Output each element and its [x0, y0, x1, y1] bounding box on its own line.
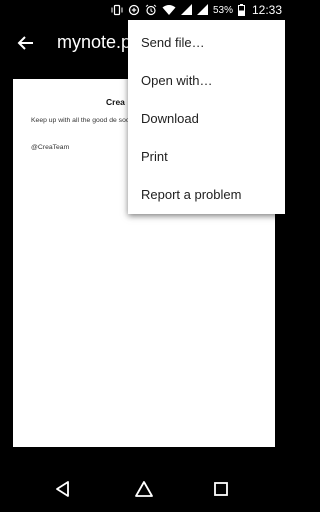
wifi-icon [162, 4, 176, 16]
menu-item-send-file[interactable]: Send file… [128, 24, 285, 62]
alarm-icon [145, 4, 157, 16]
battery-percent: 53% [212, 4, 233, 16]
document-signature: @CreaTeam [31, 144, 70, 151]
nav-back-icon[interactable] [54, 480, 74, 498]
signal-icon [180, 4, 192, 16]
menu-item-download[interactable]: Download [128, 100, 285, 138]
navigation-bar [0, 466, 288, 512]
overflow-menu: Send file… Open with… Download Print Rep… [128, 20, 285, 214]
data-saver-icon [128, 4, 140, 16]
vibrate-icon [111, 4, 123, 16]
nav-home-icon[interactable] [134, 480, 154, 498]
status-icons: 53% 12:33 [111, 0, 282, 20]
clock: 12:33 [251, 3, 282, 17]
arrow-back-icon[interactable] [16, 33, 36, 53]
status-bar: 53% 12:33 [0, 0, 288, 20]
signal-icon [196, 4, 208, 16]
document-heading: Crea [106, 97, 125, 107]
battery-icon [237, 4, 245, 16]
menu-item-print[interactable]: Print [128, 138, 285, 176]
menu-item-open-with[interactable]: Open with… [128, 62, 285, 100]
menu-item-report-problem[interactable]: Report a problem [128, 176, 285, 214]
nav-recents-icon[interactable] [212, 480, 232, 498]
